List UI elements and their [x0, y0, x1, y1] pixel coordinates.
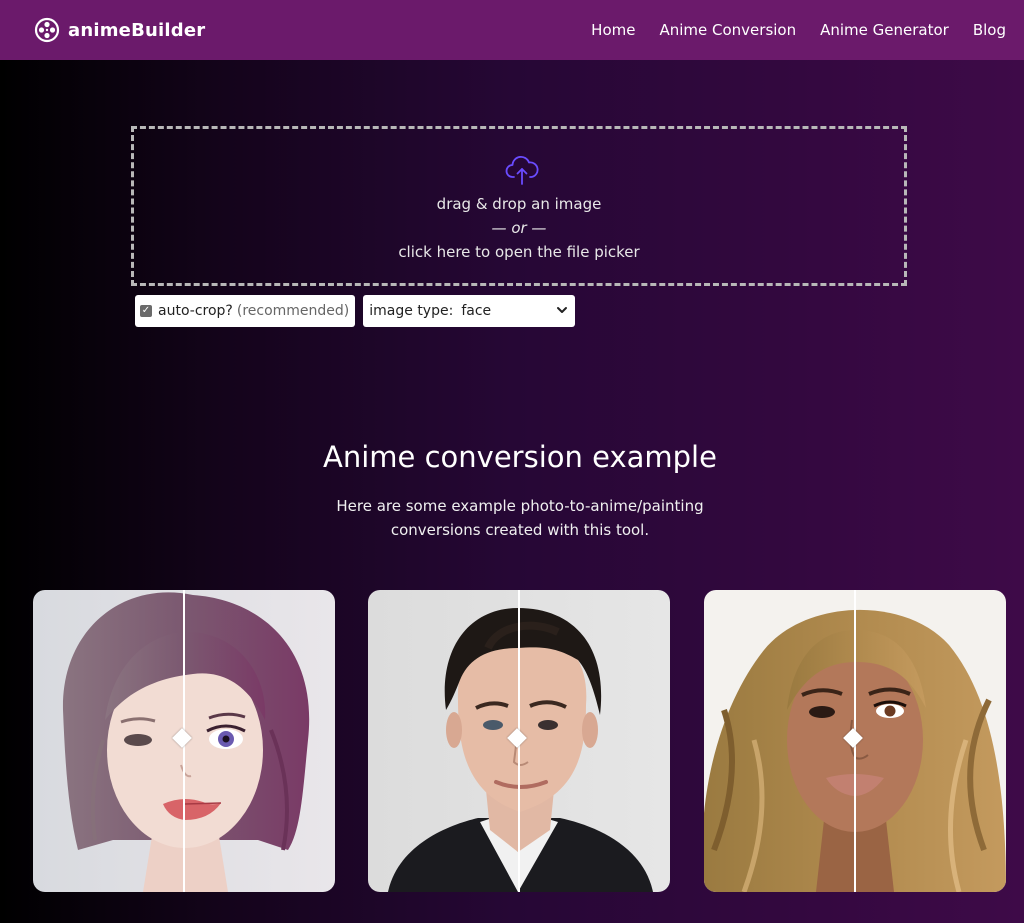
example-card-1[interactable] [33, 590, 335, 892]
example-card-3[interactable] [704, 590, 1006, 892]
image-type-label: image type: [369, 303, 454, 319]
top-navbar: animeBuilder Home Anime Conversion Anime… [0, 0, 1024, 60]
image-dropzone[interactable]: drag & drop an image — or — click here t… [131, 126, 907, 286]
nav-home[interactable]: Home [591, 21, 635, 39]
chevron-down-icon [557, 307, 568, 313]
nav-blog[interactable]: Blog [973, 21, 1006, 39]
cloud-upload-icon [505, 156, 539, 185]
autocrop-label: auto-crop? [158, 303, 233, 319]
brand-logo[interactable]: animeBuilder [34, 17, 205, 43]
section-title: Anime conversion example [323, 440, 717, 474]
upload-options: ✓ auto-crop? (recommended) image type: f… [135, 295, 576, 327]
brand-name: animeBuilder [68, 19, 206, 41]
image-type-select[interactable]: image type: face [363, 295, 576, 327]
autocrop-hint: (recommended) [236, 303, 350, 319]
film-reel-icon [34, 17, 60, 43]
section-description: Here are some example photo-to-anime/pai… [336, 497, 704, 539]
example-card-2[interactable] [368, 590, 670, 892]
nav-anime-generator[interactable]: Anime Generator [820, 21, 949, 39]
dropzone-picker-text: click here to open the file picker [398, 243, 640, 261]
dropzone-or-text: — or — [491, 219, 547, 237]
autocrop-checkbox[interactable]: ✓ [140, 305, 152, 317]
autocrop-option[interactable]: ✓ auto-crop? (recommended) [135, 295, 356, 327]
nav-links: Home Anime Conversion Anime Generator Bl… [567, 0, 1024, 60]
dropzone-drag-text: drag & drop an image [436, 195, 602, 213]
image-type-value: face [461, 303, 492, 319]
nav-anime-conversion[interactable]: Anime Conversion [659, 21, 796, 39]
